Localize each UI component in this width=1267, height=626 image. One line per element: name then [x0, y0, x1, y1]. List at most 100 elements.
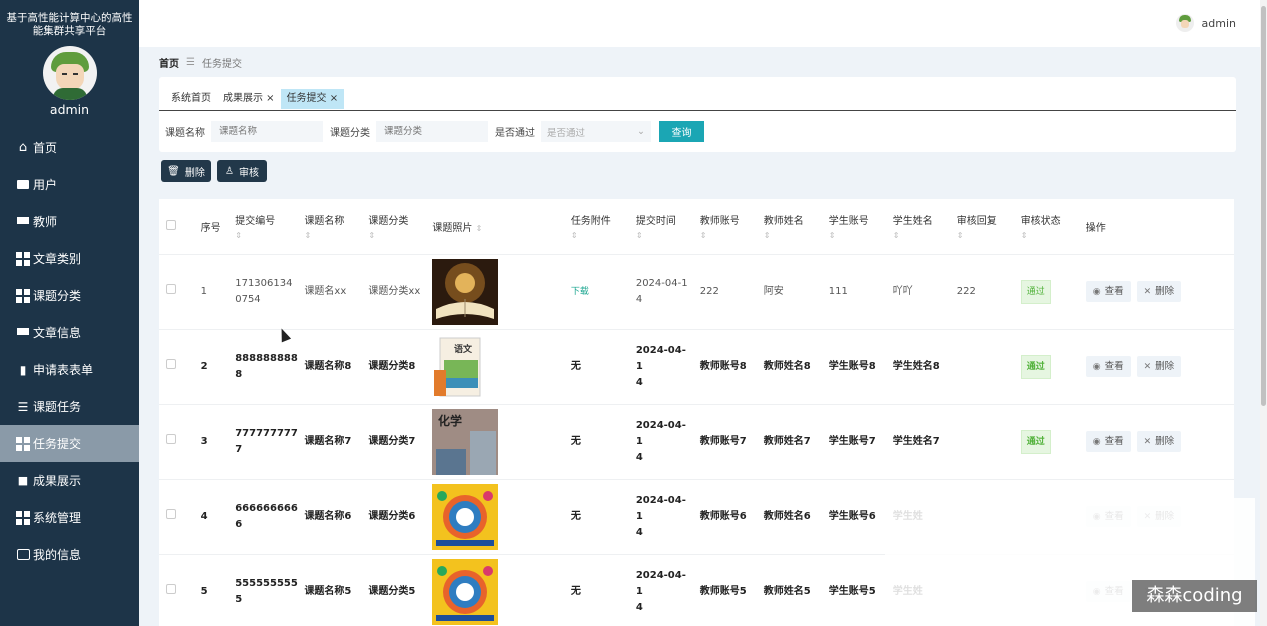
cell-status: 通过: [1013, 404, 1079, 480]
col-header[interactable]: 学生姓名 ⇕: [885, 199, 950, 255]
user-menu[interactable]: admin: [1175, 14, 1236, 32]
cell-time: 2024-04-1 4: [628, 479, 693, 555]
avatar[interactable]: [42, 46, 97, 100]
col-header[interactable]: 学生账号 ⇕: [821, 199, 886, 255]
sidebar-item-label: 课题分类: [33, 289, 82, 303]
col-header[interactable]: 课题名称 ⇕: [297, 199, 362, 255]
cell-student-name: 学生姓名7: [885, 404, 950, 480]
cell-teacher-account: 教师账号5: [692, 554, 757, 626]
topic-photo[interactable]: [432, 558, 563, 625]
close-icon[interactable]: ×: [327, 93, 338, 104]
row-checkbox[interactable]: [166, 433, 176, 444]
col-header[interactable]: 审核状态 ⇕: [1013, 199, 1079, 255]
sidebar-item[interactable]: 系统管理: [0, 499, 139, 536]
topic-category-input[interactable]: [376, 121, 488, 142]
view-button[interactable]: ◉查看: [1085, 281, 1131, 302]
tab-home[interactable]: 系统首页: [165, 89, 217, 109]
sidebar-item[interactable]: 我的信息: [0, 536, 139, 573]
sidebar-item-label: 用户: [33, 178, 58, 192]
row-checkbox[interactable]: [166, 358, 176, 369]
col-header[interactable]: 课题分类 ⇕: [361, 199, 426, 255]
cell-student-name: 学生姓名8: [885, 329, 950, 405]
sort-icon: ⇕: [1020, 231, 1028, 241]
passed-select[interactable]: 是否通过 ⌄: [541, 121, 651, 142]
cell-category: 课题分类6: [361, 479, 426, 555]
topic-photo[interactable]: [432, 483, 563, 550]
cell-name: 课题名称5: [297, 554, 362, 626]
sort-icon: ⇕: [368, 231, 376, 241]
breadcrumb-home[interactable]: 首页: [159, 55, 179, 70]
sidebar-item[interactable]: 任务提交: [0, 425, 139, 462]
cell-category: 课题分类7: [361, 404, 426, 480]
sidebar-item-label: 首页: [33, 141, 58, 155]
delete-button[interactable]: ✕删除: [1136, 431, 1182, 452]
close-icon[interactable]: ×: [263, 93, 274, 104]
review-button[interactable]: ♙ 审核: [217, 160, 267, 182]
tab-task-submission[interactable]: 任务提交 ×: [280, 89, 345, 109]
sidebar-item[interactable]: ⌂ 首页: [0, 129, 139, 166]
sidebar-item[interactable]: ■ 成果展示: [0, 462, 139, 499]
search-filters: 课题名称 课题分类 是否通过 是否通过 ⌄ 查询: [165, 121, 704, 142]
sidebar-item[interactable]: ▮ 申请表表单: [0, 351, 139, 388]
cell-no: 4: [193, 479, 229, 555]
page-scrollbar[interactable]: [1260, 0, 1267, 626]
cell-time: 2024-04-1 4: [628, 404, 693, 480]
cell-category: 课题分类8: [361, 329, 426, 405]
cell-photo: 化学: [425, 404, 564, 480]
topbar-username: admin: [1201, 16, 1236, 30]
row-checkbox[interactable]: [166, 508, 176, 519]
cell-teacher-name: 阿安: [756, 254, 822, 330]
delete-button[interactable]: ✕删除: [1136, 281, 1182, 302]
col-header[interactable]: 教师账号 ⇕: [692, 199, 757, 255]
col-header: 操作: [1078, 199, 1234, 255]
table-row[interactable]: 3 777777777 7 课题名称7 课题分类7 化学无 2024-04-1 4 教师账号7 教…: [159, 404, 1234, 480]
topic-photo[interactable]: 化学: [432, 408, 563, 475]
table-row[interactable]: 2 888888888 8 课题名称8 课题分类8 语文无 2024-04-1 4 教师账号8 教…: [159, 329, 1234, 405]
breadcrumb: 首页 ☰ 任务提交: [159, 55, 242, 70]
cell-code: 666666666 6: [228, 479, 298, 555]
cell-attachment: 无: [563, 479, 629, 555]
sidebar-item[interactable]: 用户: [0, 166, 139, 203]
tab-achievements[interactable]: 成果展示 ×: [217, 89, 281, 109]
col-header[interactable]: 提交时间 ⇕: [628, 199, 693, 255]
row-checkbox[interactable]: [166, 283, 176, 294]
sort-icon: ⇕: [828, 231, 836, 241]
table-row[interactable]: 1 171306134 0754 课题名xx 课题分类xx 下载 2024-04-1 4 222…: [159, 254, 1234, 330]
cell-reply: [949, 329, 1014, 405]
close-icon: ✕: [1143, 361, 1152, 372]
chevron-down-icon: ⌄: [637, 126, 645, 137]
sidebar-item-label: 课题任务: [33, 400, 82, 414]
batch-delete-button[interactable]: 🗑 删除: [161, 160, 211, 182]
download-link[interactable]: 下载: [571, 287, 589, 297]
col-header[interactable]: 审核回复 ⇕: [949, 199, 1014, 255]
sidebar-item[interactable]: ☰ 课题任务: [0, 388, 139, 425]
delete-button[interactable]: ✕删除: [1136, 356, 1182, 377]
topic-photo[interactable]: [432, 258, 563, 325]
trash-icon: 🗑: [167, 165, 180, 177]
row-checkbox[interactable]: [166, 583, 176, 594]
attachment-text: 无: [570, 360, 581, 372]
sidebar-item[interactable]: 课题分类: [0, 277, 139, 314]
view-button[interactable]: ◉查看: [1085, 431, 1131, 452]
sliders-icon: ☰: [17, 399, 29, 414]
col-header[interactable]: 课题照片 ⇕: [425, 199, 564, 255]
cell-no: 5: [193, 554, 229, 626]
query-button[interactable]: 查询: [659, 121, 704, 142]
col-header[interactable]: 教师姓名 ⇕: [756, 199, 822, 255]
topic-photo[interactable]: 语文: [432, 333, 563, 400]
sidebar-item[interactable]: 文章信息: [0, 314, 139, 351]
sidebar-item[interactable]: 文章类别: [0, 240, 139, 277]
select-all-checkbox[interactable]: [166, 219, 176, 230]
sort-icon: ⇕: [892, 231, 900, 241]
col-header[interactable]: 提交编号 ⇕: [228, 199, 298, 255]
col-header[interactable]: 任务附件 ⇕: [563, 199, 629, 255]
cell-teacher-name: 教师姓名5: [756, 554, 822, 626]
cell-teacher-account: 教师账号7: [692, 404, 757, 480]
sidebar-item-label: 成果展示: [33, 474, 82, 488]
sidebar-item[interactable]: 教师: [0, 203, 139, 240]
cell-reply: [949, 404, 1014, 480]
cell-no: 3: [193, 404, 229, 480]
view-button[interactable]: ◉查看: [1085, 356, 1131, 377]
topic-name-input[interactable]: [211, 121, 323, 142]
monitor-icon: [16, 215, 30, 229]
